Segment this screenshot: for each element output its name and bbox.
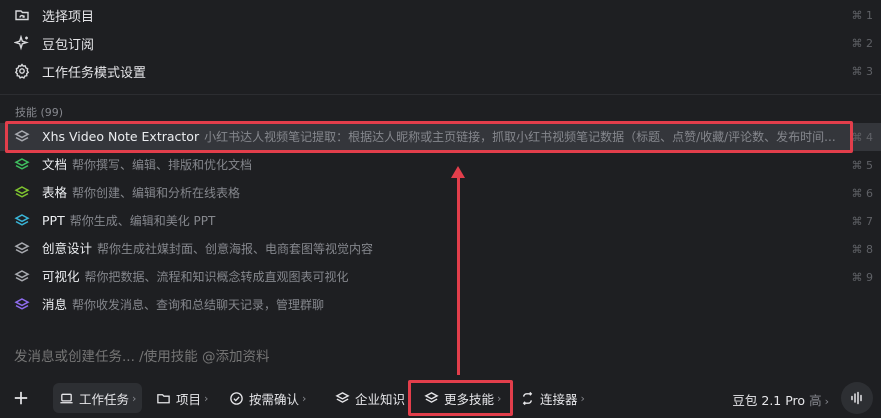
skill-item-messages[interactable]: 消息 帮你收发消息、查询和总结聊天记录，管理群聊 (0, 291, 881, 319)
skill-name: 可视化 (42, 269, 80, 284)
shortcut-hint: ⌘ 1 (851, 8, 874, 22)
skill-description: 帮你撰写、编辑、排版和优化文档 (72, 158, 253, 172)
annotation-highlight-more-skills (408, 380, 513, 416)
skill-item-ppt[interactable]: PPT 帮你生成、编辑和美化 PPT ⌘ 7 (0, 207, 881, 235)
menu-item-subscription[interactable]: 豆包订阅 ⌘ 2 (0, 29, 881, 57)
skill-item-creative-design[interactable]: 创意设计 帮你生成社媒封面、创意海报、电商套图等视觉内容 ⌘ 8 (0, 235, 881, 263)
annotation-arrow-line (457, 175, 460, 375)
enterprise-knowledge-label: 企业知识 (355, 391, 406, 407)
laptop-icon (60, 393, 73, 403)
skill-name: 创意设计 (42, 241, 93, 256)
gear-icon (14, 63, 30, 79)
project-label: 项目 (176, 391, 202, 407)
skill-description: 帮你收发消息、查询和总结聊天记录，管理群聊 (72, 298, 325, 312)
check-circle-icon (230, 391, 243, 405)
layers-icon (14, 270, 30, 282)
skills-section-title: 技能 (99) (15, 106, 64, 119)
layers-icon (335, 391, 350, 403)
model-tier: 高 (809, 393, 822, 408)
layers-icon (14, 298, 30, 310)
add-button[interactable] (12, 383, 35, 413)
shortcut-hint: ⌘ 4 (851, 131, 874, 144)
project-button[interactable]: 项目 › (156, 383, 208, 413)
shortcut-hint: ⌘ 9 (851, 271, 874, 284)
shortcut-hint: ⌘ 7 (851, 215, 874, 228)
menu-item-label: 选择项目 (42, 9, 95, 25)
shortcut-hint: ⌘ 3 (851, 64, 874, 78)
model-selector[interactable]: 豆包 2.1 Pro 高 › (732, 390, 829, 409)
layers-icon (14, 214, 30, 226)
bottom-toolbar: 工作任务 › 项目 › 按需确认 › 企业知识 更多技能 › 连接器 › 豆包 2.1 P… (0, 380, 881, 416)
menu-item-select-project[interactable]: 选择项目 ⌘ 1 (0, 1, 881, 29)
shortcut-hint: ⌘ 8 (851, 243, 874, 256)
plus-icon (14, 391, 28, 405)
shortcut-hint: ⌘ 6 (851, 187, 874, 200)
work-task-button[interactable]: 工作任务 › (53, 383, 143, 413)
connector-icon (522, 391, 533, 405)
work-task-label: 工作任务 (79, 391, 130, 407)
sparkle-icon (14, 35, 30, 51)
shortcut-hint: ⌘ 2 (851, 36, 874, 50)
menu-item-mode-settings[interactable]: 工作任务模式设置 ⌘ 3 (0, 57, 881, 85)
skill-item-spreadsheet[interactable]: 表格 帮你创建、编辑和分析在线表格 ⌘ 6 (0, 179, 881, 207)
annotation-highlight-selected-skill (5, 121, 853, 153)
divider (0, 94, 881, 95)
skill-name: PPT (42, 213, 65, 228)
confirm-mode-label: 按需确认 (249, 391, 300, 407)
connector-label: 连接器 (540, 391, 578, 407)
chevron-right-icon: › (204, 391, 209, 405)
annotation-arrow-head (451, 166, 465, 178)
shortcut-hint: ⌘ 5 (851, 159, 874, 172)
folder-refresh-icon (14, 7, 30, 23)
connector-button[interactable]: 连接器 › (520, 383, 585, 413)
folder-refresh-icon (157, 393, 170, 403)
model-name: 豆包 2.1 Pro (732, 393, 806, 408)
voice-input-button[interactable] (841, 382, 873, 414)
skill-item-document[interactable]: 文档 帮你撰写、编辑、排版和优化文档 ⌘ 5 (0, 151, 881, 179)
layers-icon (14, 186, 30, 198)
skill-name: 消息 (42, 297, 68, 312)
message-input[interactable] (14, 349, 714, 365)
chevron-right-icon: › (580, 391, 585, 405)
waveform-icon (851, 391, 862, 405)
skill-name: 文档 (42, 157, 68, 172)
skill-description: 帮你把数据、流程和知识概念转成直观图表可视化 (84, 270, 349, 284)
list-fade (0, 318, 881, 340)
enterprise-knowledge-button[interactable]: 企业知识 (335, 383, 405, 413)
skill-item-visualization[interactable]: 可视化 帮你把数据、流程和知识概念转成直观图表可视化 ⌘ 9 (0, 263, 881, 291)
skill-description: 帮你创建、编辑和分析在线表格 (72, 186, 241, 200)
chevron-right-icon: › (132, 391, 137, 405)
menu-item-label: 豆包订阅 (42, 37, 95, 53)
chevron-right-icon: › (302, 391, 307, 405)
skill-description: 帮你生成社媒封面、创意海报、电商套图等视觉内容 (97, 242, 374, 256)
layers-icon (14, 158, 30, 170)
menu-item-label: 工作任务模式设置 (42, 65, 147, 81)
chevron-right-icon: › (824, 395, 829, 408)
layers-icon (14, 242, 30, 254)
skill-description: 帮你生成、编辑和美化 PPT (69, 214, 216, 228)
confirm-mode-button[interactable]: 按需确认 › (229, 383, 306, 413)
skill-name: 表格 (42, 185, 68, 200)
